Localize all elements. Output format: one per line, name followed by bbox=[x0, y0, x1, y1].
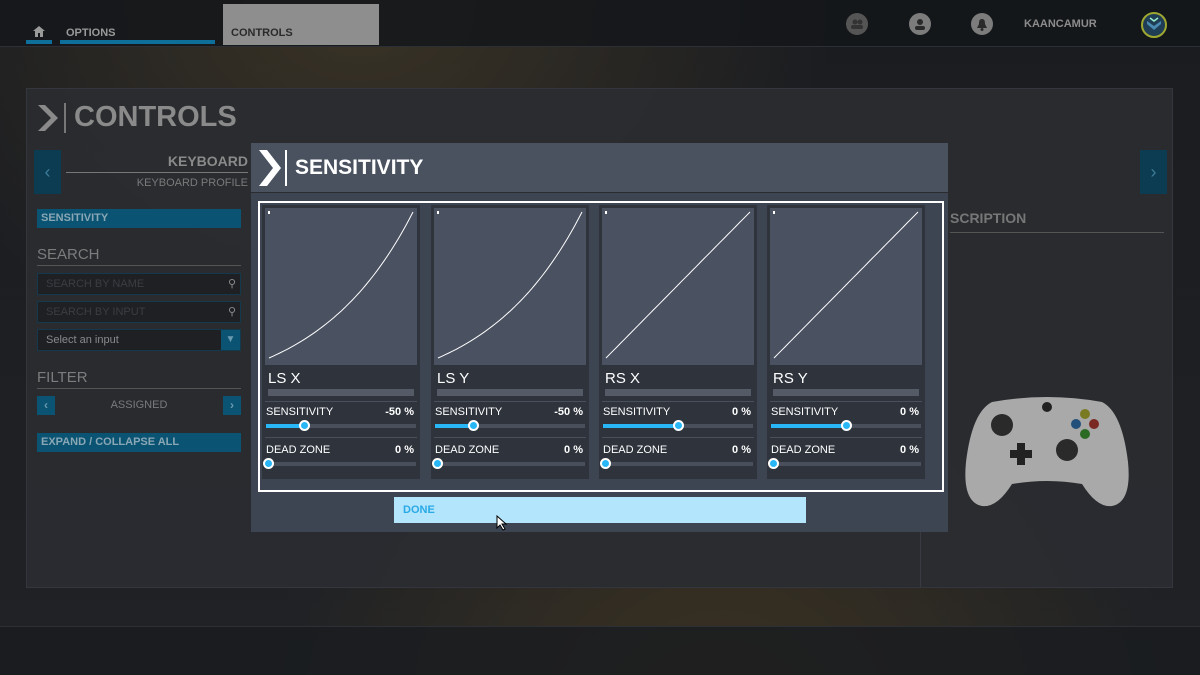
prev-profile-button[interactable]: ‹ bbox=[34, 150, 61, 194]
device-name: KEYBOARD bbox=[66, 153, 248, 173]
sensitivity-slider[interactable] bbox=[266, 420, 416, 431]
deadzone-slider[interactable] bbox=[600, 458, 753, 469]
sensitivity-value: -50 % bbox=[554, 406, 583, 418]
select-input-value: Select an input bbox=[46, 334, 119, 346]
deadzone-slider[interactable] bbox=[768, 458, 921, 469]
sensitivity-value: 0 % bbox=[900, 406, 919, 418]
slider-handle[interactable] bbox=[600, 458, 611, 469]
slider-handle[interactable] bbox=[841, 420, 852, 431]
friends-icon[interactable] bbox=[846, 13, 868, 35]
tab-options[interactable]: OPTIONS bbox=[60, 22, 215, 44]
page-title: CONTROLS bbox=[38, 101, 237, 134]
sensitivity-slider[interactable] bbox=[771, 420, 921, 431]
slider-handle[interactable] bbox=[432, 458, 443, 469]
slider-handle[interactable] bbox=[263, 458, 274, 469]
axis-name: LS X bbox=[268, 370, 301, 387]
home-button[interactable] bbox=[26, 22, 52, 44]
modal-title: SENSITIVITY bbox=[295, 155, 424, 179]
response-curve-graph bbox=[265, 208, 417, 365]
deadzone-value: 0 % bbox=[900, 444, 919, 456]
deadzone-label: DEAD ZONE bbox=[435, 444, 500, 456]
slider-handle[interactable] bbox=[768, 458, 779, 469]
deadzone-value: 0 % bbox=[732, 444, 751, 456]
response-curve bbox=[605, 211, 751, 359]
tab-controls[interactable]: CONTROLS bbox=[223, 4, 379, 45]
bell-icon[interactable] bbox=[971, 13, 993, 35]
chevron-right-icon bbox=[259, 149, 281, 186]
deadzone-label: DEAD ZONE bbox=[266, 444, 331, 456]
deadzone-value: 0 % bbox=[564, 444, 583, 456]
deadzone-value: 0 % bbox=[395, 444, 414, 456]
gamepad-image bbox=[965, 397, 1129, 507]
axis-name: RS Y bbox=[773, 370, 808, 387]
slider-handle[interactable] bbox=[298, 420, 310, 431]
filter-selector: ‹ ASSIGNED › bbox=[37, 396, 241, 415]
axis-name: RS X bbox=[605, 370, 641, 387]
home-icon bbox=[33, 26, 45, 37]
sensitivity-label: SENSITIVITY bbox=[771, 406, 839, 418]
response-curve-graph bbox=[770, 208, 922, 365]
deadzone-label: DEAD ZONE bbox=[771, 444, 836, 456]
sensitivity-value: 0 % bbox=[732, 406, 751, 418]
chevron-right-icon: › bbox=[1150, 161, 1157, 182]
axis-input-bar bbox=[773, 389, 919, 396]
axis-card: LS Y SENSITIVITY -50 % DEAD ZONE 0 % bbox=[431, 205, 589, 479]
response-curve bbox=[773, 211, 919, 359]
sensitivity-value: -50 % bbox=[385, 406, 414, 418]
mouse-cursor-icon bbox=[496, 515, 508, 531]
sensitivity-label: SENSITIVITY bbox=[435, 406, 503, 418]
sensitivity-slider[interactable] bbox=[435, 420, 585, 431]
filter-heading: FILTER bbox=[37, 369, 241, 389]
select-input-dropdown[interactable]: Select an input ▼ bbox=[37, 329, 241, 351]
deadzone-slider[interactable] bbox=[263, 458, 416, 469]
filter-next-button[interactable]: › bbox=[223, 396, 241, 415]
profile-icon[interactable] bbox=[909, 13, 931, 35]
username[interactable]: KAANCAMUR bbox=[1024, 18, 1097, 30]
profile-selector: KEYBOARD KEYBOARD PROFILE bbox=[66, 153, 248, 189]
search-name-placeholder: SEARCH BY NAME bbox=[46, 278, 145, 290]
filter-value: ASSIGNED bbox=[110, 399, 168, 411]
axis-input-bar bbox=[605, 389, 751, 396]
chevron-left-icon: ‹ bbox=[44, 161, 51, 182]
axis-card: LS X SENSITIVITY -50 % DEAD ZONE 0 % bbox=[262, 205, 420, 479]
sensitivity-label: SENSITIVITY bbox=[603, 406, 671, 418]
response-curve-graph bbox=[434, 208, 586, 365]
sensitivity-button[interactable]: SENSITIVITY bbox=[37, 209, 241, 228]
pilot-badge-icon[interactable] bbox=[1141, 12, 1167, 38]
axis-card: RS X SENSITIVITY 0 % DEAD ZONE 0 % bbox=[599, 205, 757, 479]
response-curve bbox=[268, 211, 414, 359]
axis-card: RS Y SENSITIVITY 0 % DEAD ZONE 0 % bbox=[767, 205, 925, 479]
deadzone-label: DEAD ZONE bbox=[603, 444, 668, 456]
chevron-right-icon bbox=[38, 104, 58, 131]
response-curve bbox=[437, 211, 583, 359]
sensitivity-slider[interactable] bbox=[603, 420, 753, 431]
axis-input-bar bbox=[437, 389, 583, 396]
sensitivity-label: SENSITIVITY bbox=[266, 406, 334, 418]
expand-collapse-button[interactable]: EXPAND / COLLAPSE ALL bbox=[37, 433, 241, 452]
done-button[interactable]: DONE bbox=[394, 497, 806, 523]
axis-name: LS Y bbox=[437, 370, 470, 387]
search-by-name-input[interactable]: SEARCH BY NAME ⚲ bbox=[37, 273, 241, 295]
search-icon[interactable]: ⚲ bbox=[228, 305, 236, 318]
search-input-placeholder: SEARCH BY INPUT bbox=[46, 306, 146, 318]
deadzone-slider[interactable] bbox=[432, 458, 585, 469]
profile-name: KEYBOARD PROFILE bbox=[136, 177, 248, 189]
top-bar: OPTIONS CONTROLS KAANCAMUR bbox=[0, 0, 1200, 47]
slider-handle[interactable] bbox=[467, 420, 479, 431]
page-title-text: CONTROLS bbox=[74, 101, 237, 133]
response-curve-graph bbox=[602, 208, 754, 365]
filter-prev-button[interactable]: ‹ bbox=[37, 396, 55, 415]
sensitivity-modal-header: SENSITIVITY bbox=[251, 143, 948, 192]
axis-input-bar bbox=[268, 389, 414, 396]
chevron-down-icon[interactable]: ▼ bbox=[221, 330, 240, 350]
search-heading: SEARCH bbox=[37, 246, 241, 266]
search-by-input-input[interactable]: SEARCH BY INPUT ⚲ bbox=[37, 301, 241, 323]
bottom-bar bbox=[0, 626, 1200, 675]
next-profile-button[interactable]: › bbox=[1140, 150, 1167, 194]
slider-handle[interactable] bbox=[673, 420, 684, 431]
search-icon[interactable]: ⚲ bbox=[228, 277, 236, 290]
description-heading: SCRIPTION bbox=[950, 210, 1164, 233]
